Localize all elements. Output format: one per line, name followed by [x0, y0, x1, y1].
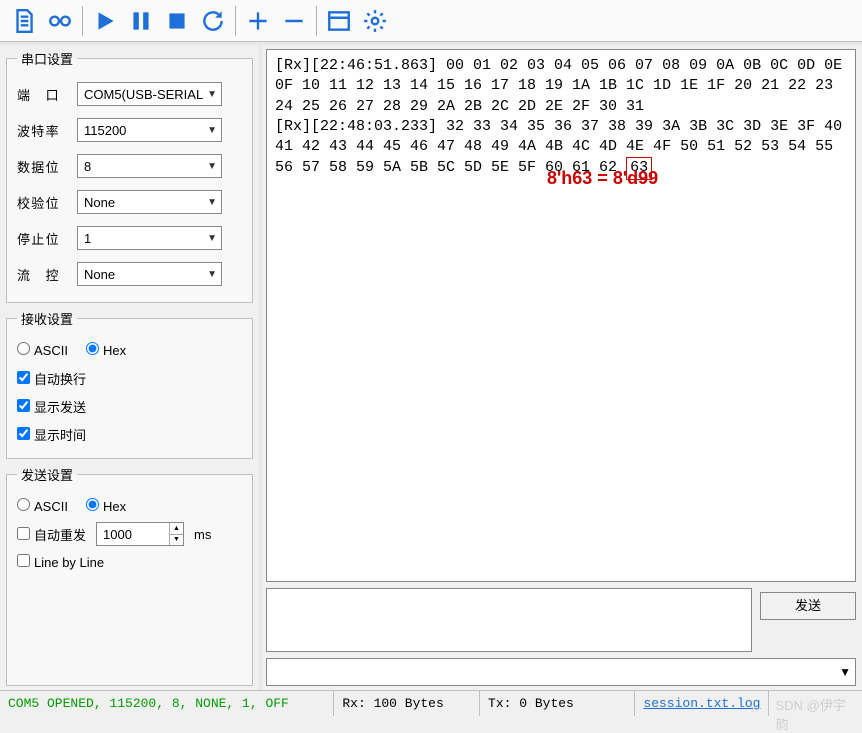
chevron-down-icon: ▼ — [839, 665, 851, 679]
status-tx: Tx: 0 Bytes — [480, 691, 635, 716]
history-select[interactable]: ▼ — [266, 658, 856, 686]
chevron-down-icon: ▼ — [207, 125, 217, 136]
send-ascii-radio[interactable]: ASCII — [17, 498, 68, 514]
autorepeat-spinner[interactable]: 1000 ▲▼ — [96, 522, 184, 546]
send-legend: 发送设置 — [17, 465, 77, 484]
send-button[interactable]: 发送 — [760, 592, 856, 620]
data-label: 数据位 — [17, 157, 67, 176]
port-select[interactable]: COM5(USB-SERIAL▼ — [77, 82, 222, 106]
stop-label: 停止位 — [17, 229, 67, 248]
rx-line1: [Rx][22:46:51.863] 00 01 02 03 04 05 06 … — [275, 57, 851, 115]
pause-icon[interactable] — [123, 3, 159, 39]
send-settings: 发送设置 ASCII Hex 自动重发 1000 ▲▼ ms Line by L… — [6, 465, 253, 686]
parity-label: 校验位 — [17, 193, 67, 212]
recv-legend: 接收设置 — [17, 309, 77, 328]
window-icon[interactable] — [321, 3, 357, 39]
play-icon[interactable] — [87, 3, 123, 39]
baud-label: 波特率 — [17, 121, 67, 140]
recv-hex-radio[interactable]: Hex — [86, 342, 126, 358]
toolbar — [0, 0, 862, 42]
status-rx: Rx: 100 Bytes — [334, 691, 480, 716]
showtime-checkbox[interactable]: 显示时间 — [17, 425, 86, 444]
toolbar-separator — [235, 6, 236, 36]
plus-icon[interactable] — [240, 3, 276, 39]
toolbar-separator — [82, 6, 83, 36]
left-panel: 串口设置 端 口 COM5(USB-SERIAL▼ 波特率 115200▼ 数据… — [0, 45, 262, 690]
minus-icon[interactable] — [276, 3, 312, 39]
parity-select[interactable]: None▼ — [77, 190, 222, 214]
stop-icon[interactable] — [159, 3, 195, 39]
record-icon[interactable] — [42, 3, 78, 39]
chevron-down-icon: ▼ — [207, 269, 217, 280]
watermark: SDN @伊宇韵 — [769, 691, 862, 716]
status-port: COM5 OPENED, 115200, 8, NONE, 1, OFF — [0, 691, 334, 716]
data-select[interactable]: 8▼ — [77, 154, 222, 178]
receive-text[interactable]: [Rx][22:46:51.863] 00 01 02 03 04 05 06 … — [266, 49, 856, 582]
port-label: 端 口 — [17, 85, 67, 104]
spinner-up-icon[interactable]: ▲ — [169, 523, 183, 535]
chevron-down-icon: ▼ — [207, 161, 217, 172]
status-bar: COM5 OPENED, 115200, 8, NONE, 1, OFF Rx:… — [0, 690, 862, 716]
serial-legend: 串口设置 — [17, 49, 77, 68]
send-text[interactable] — [266, 588, 752, 652]
flow-label: 流 控 — [17, 265, 67, 284]
autorepeat-checkbox[interactable]: 自动重发 — [17, 525, 86, 544]
autowrap-checkbox[interactable]: 自动换行 — [17, 369, 86, 388]
recv-settings: 接收设置 ASCII Hex 自动换行 显示发送 显示时间 — [6, 309, 253, 459]
chevron-down-icon: ▼ — [207, 197, 217, 208]
chevron-down-icon: ▼ — [207, 233, 217, 244]
gear-icon[interactable] — [357, 3, 393, 39]
reload-icon[interactable] — [195, 3, 231, 39]
recv-ascii-radio[interactable]: ASCII — [17, 342, 68, 358]
flow-select[interactable]: None▼ — [77, 262, 222, 286]
spinner-down-icon[interactable]: ▼ — [169, 535, 183, 546]
autorepeat-unit: ms — [194, 527, 211, 542]
status-log[interactable]: session.txt.log — [635, 691, 769, 716]
file-icon[interactable] — [6, 3, 42, 39]
right-panel: [Rx][22:46:51.863] 00 01 02 03 04 05 06 … — [262, 45, 862, 690]
linebyline-checkbox[interactable]: Line by Line — [17, 554, 104, 570]
chevron-down-icon: ▼ — [207, 89, 217, 100]
showsend-checkbox[interactable]: 显示发送 — [17, 397, 86, 416]
toolbar-separator — [316, 6, 317, 36]
baud-select[interactable]: 115200▼ — [77, 118, 222, 142]
stop-select[interactable]: 1▼ — [77, 226, 222, 250]
serial-settings: 串口设置 端 口 COM5(USB-SERIAL▼ 波特率 115200▼ 数据… — [6, 49, 253, 303]
annotation-text: 8'h63 = 8'd99 — [547, 166, 658, 190]
send-hex-radio[interactable]: Hex — [86, 498, 126, 514]
